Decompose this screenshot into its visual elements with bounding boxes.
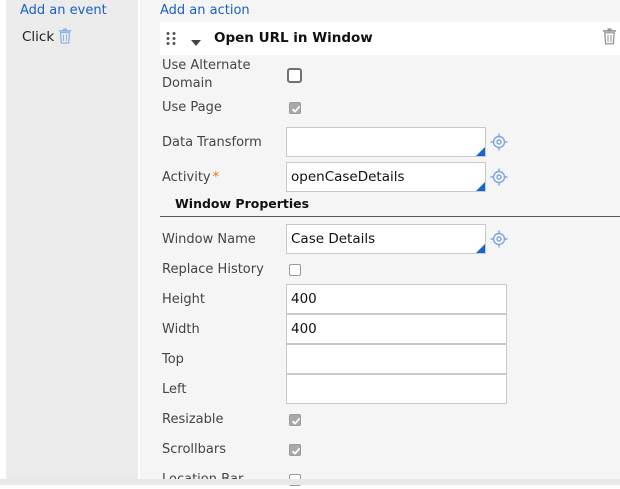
add-action-link[interactable]: Add an action (160, 3, 250, 18)
activity-input[interactable]: openCaseDetails (286, 162, 486, 192)
height-label: Height (162, 292, 205, 307)
autocomplete-corner-icon (476, 244, 485, 253)
resizable-checkbox[interactable] (289, 414, 301, 426)
delete-action-trash-icon[interactable] (602, 28, 617, 45)
events-panel (6, 0, 138, 479)
height-input[interactable]: 400 (286, 284, 507, 314)
delete-event-trash-icon[interactable] (58, 28, 72, 44)
section-divider (160, 216, 620, 217)
required-marker: * (212, 170, 220, 185)
use-alternate-domain-checkbox[interactable] (287, 68, 302, 83)
action-title: Open URL in Window (214, 30, 373, 46)
window-name-input[interactable]: Case Details (286, 224, 486, 254)
activity-label: Activity * (162, 170, 220, 185)
data-transform-input[interactable] (286, 127, 486, 157)
autocomplete-corner-icon (476, 182, 485, 191)
window-properties-heading: Window Properties (175, 196, 310, 211)
autocomplete-corner-icon (476, 147, 485, 156)
bottom-scroll-strip (0, 479, 620, 485)
use-alternate-domain-label: Use Alternate Domain (162, 58, 251, 91)
width-label: Width (162, 322, 200, 337)
left-input[interactable] (286, 374, 507, 404)
caret-down-icon[interactable] (191, 35, 201, 46)
top-input[interactable] (286, 344, 507, 374)
add-event-link[interactable]: Add an event (20, 3, 107, 18)
window-name-picker-icon[interactable] (490, 230, 508, 248)
replace-history-checkbox[interactable] (289, 264, 301, 276)
replace-history-label: Replace History (162, 262, 264, 277)
data-transform-label: Data Transform (162, 135, 262, 150)
scrollbars-label: Scrollbars (162, 442, 226, 457)
data-transform-picker-icon[interactable] (490, 133, 508, 151)
use-page-checkbox[interactable] (289, 102, 301, 114)
top-label: Top (162, 352, 184, 367)
resizable-label: Resizable (162, 412, 224, 427)
use-page-label: Use Page (162, 100, 222, 115)
activity-picker-icon[interactable] (490, 168, 508, 186)
scrollbars-checkbox[interactable] (289, 444, 301, 456)
drag-handle-icon[interactable] (165, 31, 177, 46)
width-input[interactable]: 400 (286, 314, 507, 344)
window-name-label: Window Name (162, 232, 256, 247)
left-label: Left (162, 382, 187, 397)
event-item-click[interactable]: Click (22, 29, 54, 45)
